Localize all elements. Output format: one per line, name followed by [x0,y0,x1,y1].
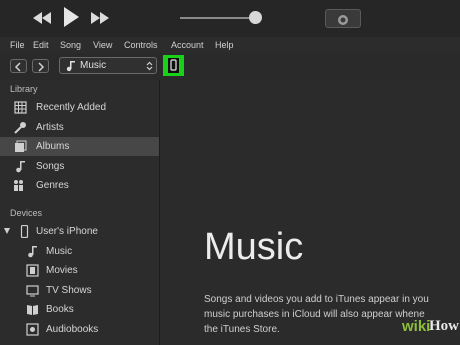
film-icon [26,264,39,277]
tv-icon [26,285,39,297]
library-heading: Library [10,84,38,94]
sidebar-item-label: Genres [36,180,69,191]
sidebar-item-label: Audiobooks [46,324,99,335]
media-kind-select[interactable]: Music [59,57,157,74]
description-line: Songs and videos you add to iTunes appea… [204,294,429,305]
sidebar-item-device-tv-shows[interactable]: TV Shows [0,281,159,300]
description-line: the iTunes Store. [204,324,280,335]
watermark-part2: How [429,318,459,334]
device-iphone-icon [20,225,29,238]
genres-icon [14,180,23,191]
menu-edit[interactable]: Edit [33,40,49,50]
album-icon [15,140,27,152]
sidebar-item-artists[interactable]: Artists [0,118,159,137]
sidebar-item-label: Artists [36,122,64,133]
sidebar: Library Recently Added Artists Albums So… [0,80,160,345]
sidebar-item-genres[interactable]: Genres [0,176,159,195]
sidebar-item-device-audiobooks[interactable]: Audiobooks [0,320,159,339]
sidebar-item-label: Songs [36,161,65,172]
sidebar-item-label: Music [46,246,73,257]
status-display-button[interactable] [325,9,361,28]
sidebar-item-device-books[interactable]: Books [0,300,159,319]
menu-song[interactable]: Song [60,40,81,50]
menu-controls[interactable]: Controls [124,40,158,50]
audiobook-icon [26,323,39,336]
sidebar-item-label: User's iPhone [36,226,98,237]
main-content [160,80,460,345]
menu-file[interactable]: File [10,40,25,50]
menu-view[interactable]: View [93,40,112,50]
apple-logo-icon [338,15,348,25]
forward-arrow-icon [38,62,45,72]
page-title: Music [204,226,304,268]
device-iphone-icon [168,58,179,73]
sidebar-item-recently-added[interactable]: Recently Added [0,98,159,117]
sidebar-item-label: Movies [46,265,78,276]
rewind-icon[interactable] [32,9,52,27]
player-bar [0,0,460,37]
microphone-icon [14,122,26,134]
fast-forward-icon[interactable] [90,9,110,27]
disclosure-triangle-icon[interactable] [4,228,10,235]
menu-bar: File Edit Song View Controls Account Hel… [0,37,460,53]
sidebar-item-albums[interactable]: Albums [0,137,159,156]
music-note-icon [28,246,37,258]
sidebar-item-device-music[interactable]: Music [0,242,159,261]
media-kind-label: Music [80,60,107,71]
back-arrow-icon [14,62,21,72]
play-icon[interactable] [62,6,80,28]
sidebar-item-label: TV Shows [46,285,92,296]
grid-icon [14,101,27,114]
back-button[interactable] [10,59,27,73]
watermark: wiki How [402,318,459,340]
music-note-icon [16,161,25,173]
sidebar-item-device-movies[interactable]: Movies [0,261,159,280]
menu-account[interactable]: Account [171,40,204,50]
devices-heading: Devices [10,208,43,218]
sidebar-item-label: Albums [36,141,70,152]
description-line: music purchases in iCloud will also appe… [204,309,425,320]
forward-button[interactable] [32,59,49,73]
chevron-updown-icon [146,61,153,71]
volume-slider-track[interactable] [180,17,256,19]
sidebar-item-songs[interactable]: Songs [0,157,159,176]
book-icon [27,305,38,315]
sidebar-item-label: Books [46,304,74,315]
sidebar-item-label: Recently Added [36,102,107,113]
music-note-icon [66,61,75,72]
volume-slider-knob[interactable] [249,11,262,24]
menu-help[interactable]: Help [215,40,234,50]
sidebar-item-device[interactable]: User's iPhone [0,222,159,241]
watermark-part1: wiki [402,318,431,335]
